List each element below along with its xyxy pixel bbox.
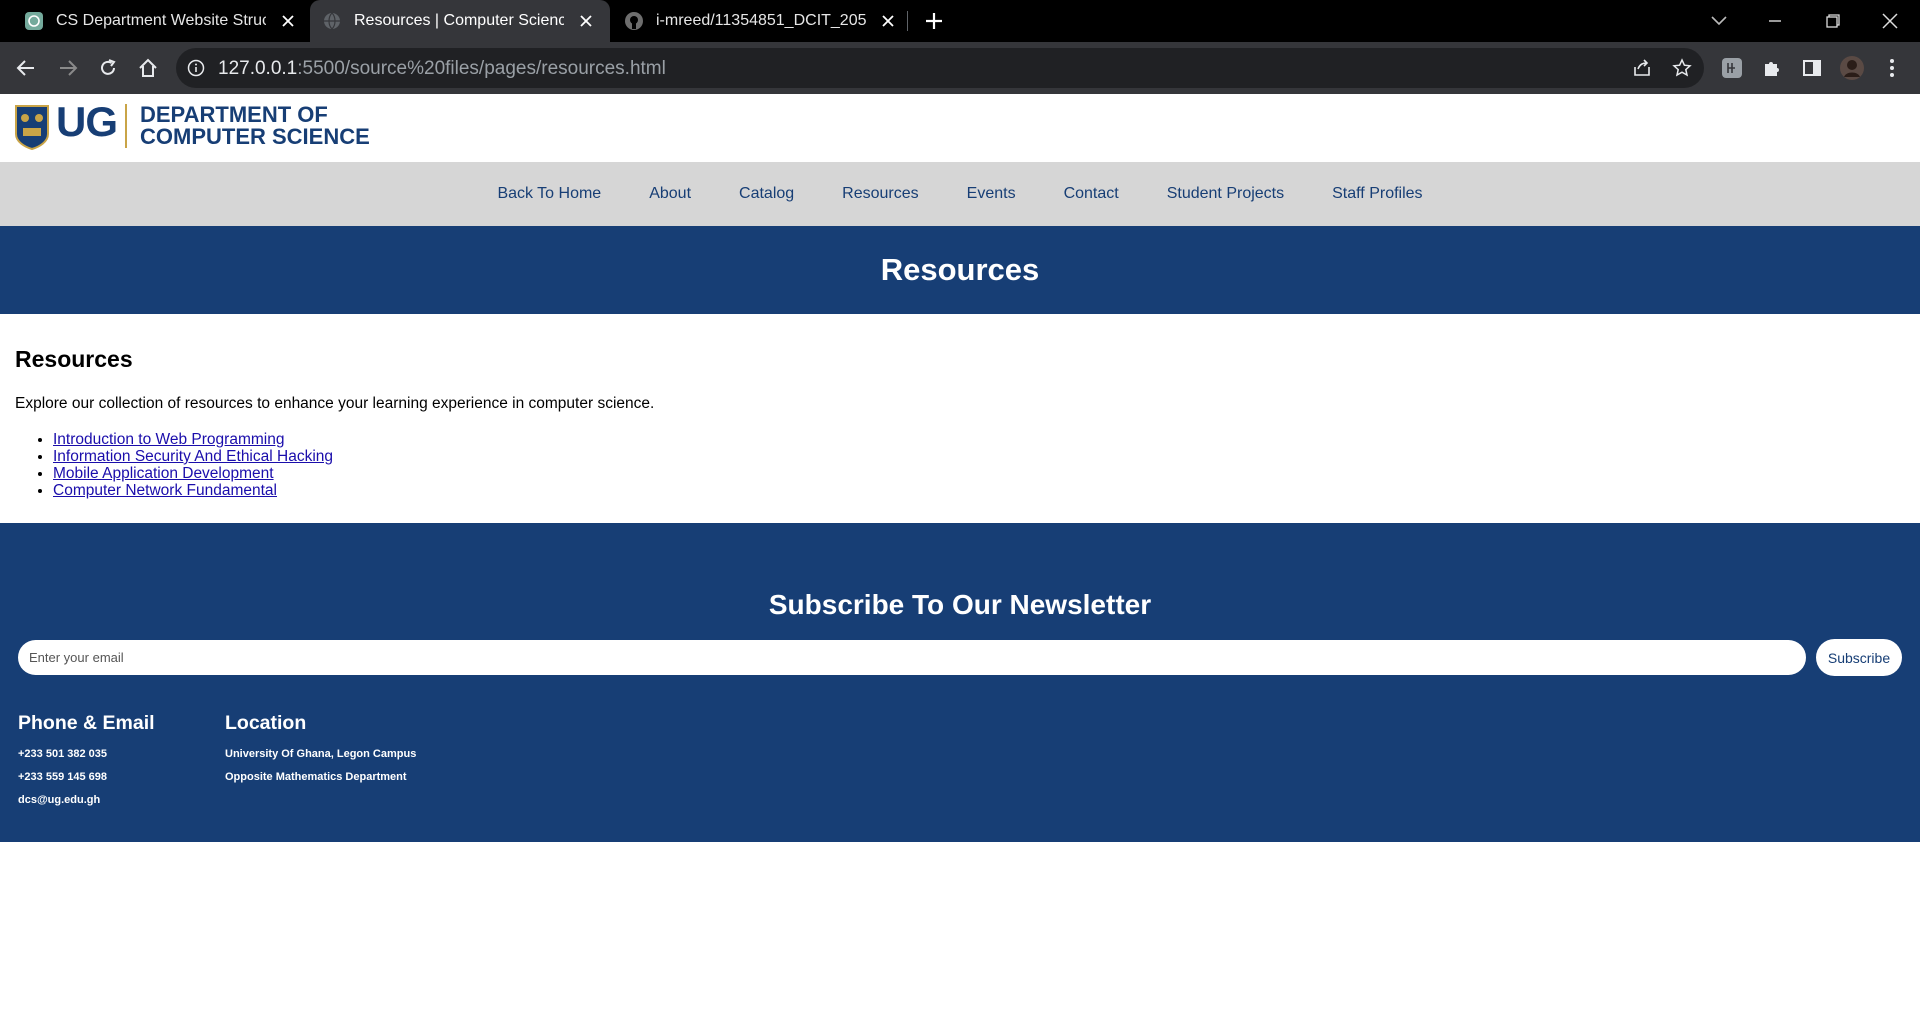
tab-title: CS Department Website Structur [56,12,266,29]
phone-number: +233 501 382 035 [18,748,108,760]
tab-separator [907,11,908,31]
minimize-icon [1769,20,1781,22]
phone-number: +233 559 145 698 [18,771,108,783]
share-icon[interactable] [1630,56,1654,80]
location-line: Opposite Mathematics Department [225,771,407,783]
nav-link-catalog[interactable]: Catalog [739,185,794,203]
resources-section: Resources Explore our collection of reso… [15,346,1895,499]
email-address: dcs@ug.edu.gh [18,794,101,806]
url-text: 127.0.0.1:5500/source%20files/pages/reso… [218,58,666,79]
tab-title: i-mreed/11354851_DCIT_205_IA [656,12,866,29]
home-button[interactable] [134,54,162,82]
site-info-icon[interactable] [184,56,208,80]
nav-link-staff-profiles[interactable]: Staff Profiles [1332,185,1422,203]
browser-tab[interactable]: CS Department Website Structur [12,0,312,42]
restore-icon [1826,14,1840,28]
resource-link[interactable]: Introduction to Web Programming [53,431,284,448]
extension-icon[interactable] [1718,54,1746,82]
profile-avatar[interactable] [1838,54,1866,82]
reload-button[interactable] [94,54,122,82]
resource-link[interactable]: Information Security And Ethical Hacking [53,448,333,465]
location-line: University Of Ghana, Legon Campus [225,748,417,760]
subscribe-button[interactable]: Subscribe [1816,639,1902,676]
close-icon[interactable] [878,11,898,31]
arrow-left-icon [16,60,34,76]
page-title: Resources [880,252,1040,287]
chevron-down-icon [1711,16,1727,26]
nav-link-home[interactable]: Back To Home [497,185,601,203]
menu-icon[interactable] [1878,54,1906,82]
site-header: UG DEPARTMENT OF COMPUTER SCIENCE [0,94,1920,162]
section-intro: Explore our collection of resources to e… [15,395,655,412]
list-item: Introduction to Web Programming [53,431,1895,448]
puzzle-icon[interactable] [1758,54,1786,82]
footer-contact-heading: Phone & Email [18,712,155,734]
close-icon[interactable] [576,11,596,31]
close-icon [1882,13,1898,29]
close-window-button[interactable] [1875,6,1905,36]
globe-icon [322,11,342,31]
bookmark-star-icon[interactable] [1670,56,1694,80]
github-icon [624,11,644,31]
chatgpt-icon [24,11,44,31]
list-item: Information Security And Ethical Hacking [53,448,1895,465]
browser-tab-active[interactable]: Resources | Computer Science D [310,0,610,42]
reload-icon [101,59,116,75]
close-icon[interactable] [278,11,298,31]
tab-search-button[interactable] [1704,6,1734,36]
resources-list: Introduction to Web Programming Informat… [53,431,1895,499]
list-item: Computer Network Fundamental [53,482,1895,499]
home-icon [139,58,157,77]
section-heading: Resources [15,346,133,372]
browser-tab-strip: CS Department Website Structur Resources… [0,0,1920,42]
logo-department-name: DEPARTMENT OF COMPUTER SCIENCE [140,102,370,149]
nav-link-student-projects[interactable]: Student Projects [1167,185,1284,203]
resource-link[interactable]: Mobile Application Development [53,465,274,482]
side-panel-icon[interactable] [1798,54,1826,82]
logo-divider [125,104,127,148]
list-item: Mobile Application Development [53,465,1895,482]
address-bar[interactable]: 127.0.0.1:5500/source%20files/pages/reso… [176,48,1704,88]
arrow-right-icon [60,60,78,76]
nav-link-about[interactable]: About [649,185,691,203]
new-tab-button[interactable] [922,9,946,33]
site-footer: Subscribe To Our Newsletter Subscribe Ph… [0,523,1920,842]
minimize-button[interactable] [1760,6,1790,36]
main-navigation: Back To Home About Catalog Resources Eve… [0,162,1920,226]
footer-contact-column: Phone & Email +233 501 382 035 +233 559 … [18,712,155,818]
back-button[interactable] [12,54,40,82]
restore-button[interactable] [1818,6,1848,36]
university-crest-logo[interactable] [13,104,51,151]
nav-link-contact[interactable]: Contact [1064,185,1119,203]
browser-tab[interactable]: i-mreed/11354851_DCIT_205_IA [612,0,912,42]
nav-link-events[interactable]: Events [967,185,1016,203]
web-page: UG DEPARTMENT OF COMPUTER SCIENCE Back T… [0,94,1920,1020]
plus-icon [926,13,942,29]
forward-button[interactable] [54,54,82,82]
tab-title: Resources | Computer Science D [354,12,564,29]
page-banner: Resources [0,226,1920,314]
footer-location-heading: Location [225,712,307,734]
footer-location-column: Location University Of Ghana, Legon Camp… [225,712,416,795]
browser-toolbar: 127.0.0.1:5500/source%20files/pages/reso… [0,42,1920,94]
resource-link[interactable]: Computer Network Fundamental [53,482,277,499]
newsletter-heading: Subscribe To Our Newsletter [768,589,1152,620]
logo-ug-mark: UG [56,98,118,145]
newsletter-email-input[interactable] [18,640,1806,675]
nav-link-resources[interactable]: Resources [842,185,918,203]
